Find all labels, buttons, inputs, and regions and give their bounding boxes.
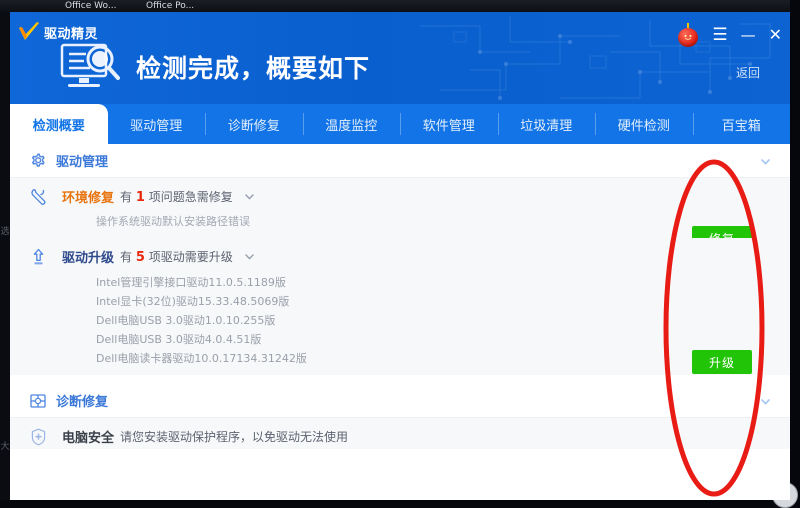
tab-hardware-detection[interactable]: 硬件检测: [595, 104, 693, 144]
row-label-pc-security: 电脑安全: [62, 431, 115, 446]
checkmark-logo-icon: [19, 22, 39, 40]
window-controls: ☰ — ✕: [677, 23, 782, 47]
chevron-down-icon[interactable]: [759, 395, 772, 408]
row-driver-upgrade: 驱动升级 有 5 项驱动需要升级 Intel管理引擎接口驱动11.0.5.118…: [10, 238, 790, 375]
row-label-driver-upgrade: 驱动升级: [62, 251, 115, 266]
tab-junk-cleanup[interactable]: 垃圾清理: [497, 104, 596, 144]
page-title: 检测完成，概要如下: [136, 54, 371, 83]
section-header-diagnose-repair[interactable]: 诊断修复: [10, 384, 790, 418]
row-pc-security-header: 电脑安全 请您安装驱动保护程序，以免驱动无法使用: [31, 427, 790, 446]
tab-toolbox[interactable]: 百宝箱: [692, 104, 791, 144]
desc-prefix: 有: [120, 190, 133, 204]
taskbar-item-office-word[interactable]: Office Wo...: [65, 0, 116, 12]
row-label-environment-repair: 环境修复: [62, 191, 115, 206]
list-item: Dell电脑USB 3.0驱动4.0.4.51版: [96, 333, 262, 346]
tab-label: 温度监控: [325, 118, 378, 134]
tab-label: 软件管理: [422, 118, 475, 134]
content-area: 驱动管理 环境修复 有 1 项问题急需修复 操作系统驱动默认安装路径错误 驱动升…: [10, 144, 790, 500]
desktop-glyph-1: 选: [0, 227, 10, 237]
mascot-lantern-icon[interactable]: [677, 23, 699, 47]
tab-detection-summary[interactable]: 检测概要: [10, 104, 108, 144]
back-link[interactable]: 返回: [736, 64, 760, 81]
section-header-driver-management[interactable]: 驱动管理: [10, 144, 790, 178]
section-title: 驱动管理: [56, 155, 109, 170]
list-item: Dell电脑读卡器驱动10.0.17134.31242版: [96, 352, 307, 365]
shield-plus-icon: [31, 428, 46, 445]
screen-root: Office Wo... Office Po... 选 大 驱动精灵 检测完成，…: [0, 0, 800, 508]
chevron-down-icon[interactable]: [759, 155, 772, 168]
tab-label: 百宝箱: [721, 118, 761, 134]
scan-computer-icon: [60, 43, 120, 87]
tab-label: 垃圾清理: [520, 118, 573, 134]
tab-label: 硬件检测: [617, 118, 670, 134]
desc-suffix: 项问题急需修复: [148, 190, 233, 204]
driver-genius-window: 驱动精灵 检测完成，概要如下 ☰ — ✕ 返回 检测概要 驱动管理 诊断修复 温…: [10, 12, 790, 500]
hamburger-menu-icon[interactable]: ☰: [712, 26, 727, 44]
desktop-glyph-2: 大: [0, 442, 10, 452]
taskbar-item-office-powerpoint[interactable]: Office Po...: [146, 0, 194, 12]
row-desc-driver-upgrade: 有 5 项驱动需要升级: [120, 248, 233, 265]
wrench-repair-icon: [31, 188, 46, 205]
close-icon[interactable]: ✕: [769, 26, 782, 44]
driver-count: 5: [135, 250, 145, 265]
chevron-down-icon[interactable]: [243, 250, 256, 263]
app-logo-text: 驱动精灵: [44, 26, 99, 42]
gear-icon: [32, 153, 45, 167]
row-driver-upgrade-header: 驱动升级 有 5 项驱动需要升级: [33, 247, 790, 266]
section-divider: [10, 375, 790, 384]
desktop-left-background: 选 大: [0, 12, 10, 508]
hero-block: 检测完成，概要如下: [60, 42, 370, 92]
window-header: 驱动精灵 检测完成，概要如下 ☰ — ✕ 返回: [10, 12, 790, 104]
desc-suffix: 项驱动需要升级: [148, 250, 233, 264]
upgrade-button[interactable]: 升级: [692, 350, 752, 374]
minimize-icon[interactable]: —: [741, 26, 756, 44]
tab-software-management[interactable]: 软件管理: [400, 104, 498, 144]
row-environment-repair: 环境修复 有 1 项问题急需修复 操作系统驱动默认安装路径错误 修复: [10, 178, 790, 250]
section-title: 诊断修复: [56, 395, 109, 410]
issue-count: 1: [135, 190, 145, 205]
desc-prefix: 有: [120, 250, 133, 264]
row-environment-repair-header: 环境修复 有 1 项问题急需修复: [31, 187, 790, 206]
tab-label: 驱动管理: [130, 118, 183, 134]
list-item: Intel显卡(32位)驱动15.33.48.5069版: [96, 295, 290, 308]
tab-temperature-monitor[interactable]: 温度监控: [302, 104, 401, 144]
upgrade-arrow-icon: [33, 248, 44, 264]
driver-upgrade-list: Intel管理引擎接口驱动11.0.5.1189版 Intel显卡(32位)驱动…: [96, 273, 790, 368]
desktop-bottom-background: [0, 500, 800, 508]
chevron-down-icon[interactable]: [243, 190, 256, 203]
app-logo[interactable]: 驱动精灵: [18, 22, 98, 42]
tab-diagnose-repair[interactable]: 诊断修复: [205, 104, 303, 144]
row-desc-environment-repair: 有 1 项问题急需修复: [120, 188, 233, 205]
row-note-environment-repair: 操作系统驱动默认安装路径错误: [96, 215, 250, 228]
list-item: Intel管理引擎接口驱动11.0.5.1189版: [96, 276, 286, 289]
desktop-taskbar: Office Wo... Office Po...: [0, 0, 800, 12]
tab-label: 检测概要: [32, 118, 85, 134]
tab-label: 诊断修复: [227, 118, 280, 134]
tab-bar: 检测概要 驱动管理 诊断修复 温度监控 软件管理 垃圾清理 硬件检测 百宝箱: [10, 104, 790, 144]
desktop-right-background: [790, 0, 800, 508]
diagnose-icon: [30, 393, 46, 408]
list-item: Dell电脑USB 3.0驱动1.0.10.255版: [96, 314, 276, 327]
row-desc-pc-security: 请您安装驱动保护程序，以免驱动无法使用: [120, 430, 349, 444]
tab-driver-management[interactable]: 驱动管理: [108, 104, 206, 144]
row-pc-security: 电脑安全 请您安装驱动保护程序，以免驱动无法使用 安装: [10, 418, 790, 449]
